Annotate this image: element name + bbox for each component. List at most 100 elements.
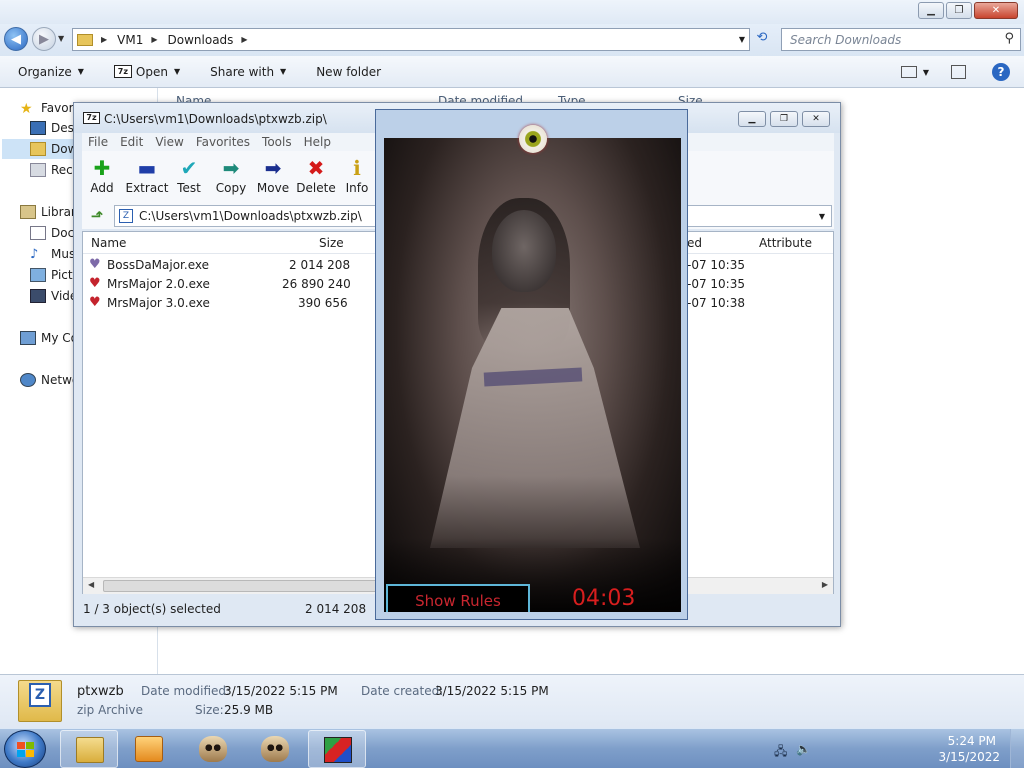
zip-archive-icon: Z xyxy=(18,680,62,722)
minimize-button[interactable]: ▁ xyxy=(918,2,944,19)
chevron-down-icon[interactable]: ▼ xyxy=(923,68,929,77)
address-dropdown-icon[interactable]: ▼ xyxy=(739,35,745,44)
menu-help[interactable]: Help xyxy=(304,135,331,149)
view-options-icon[interactable] xyxy=(900,66,917,78)
details-modified-label: Date modified: xyxy=(141,684,231,698)
refresh-button[interactable]: ⟲ xyxy=(752,30,772,50)
details-size-label: Size: xyxy=(195,703,224,717)
scroll-right-icon[interactable]: ▶ xyxy=(822,580,828,589)
clock-time[interactable]: 5:24 PM xyxy=(948,734,996,748)
view-controls: ▼ ? xyxy=(900,56,1024,88)
details-modified-value: 3/15/2022 5:15 PM xyxy=(224,684,338,698)
7zip-window-controls: ▁ ❐ ✕ xyxy=(734,111,830,127)
menu-file[interactable]: File xyxy=(88,135,108,149)
test-label: Test xyxy=(177,181,201,195)
address-bar[interactable]: ▶ VM1 ▶ Downloads ▶ ▼ xyxy=(72,28,750,51)
computer-icon xyxy=(20,331,36,345)
recent-places-icon xyxy=(30,163,46,177)
7zip-logo-icon: 7z xyxy=(83,112,100,124)
column-name[interactable]: Name xyxy=(91,236,126,250)
maximize-button[interactable]: ❐ xyxy=(946,2,972,19)
volume-icon[interactable]: 🔈 xyxy=(796,742,812,756)
ghost-girl-image: Show Rules 04:03 xyxy=(384,138,681,612)
preview-pane-icon[interactable] xyxy=(951,65,966,79)
7zip-maximize-button[interactable]: ❐ xyxy=(770,111,798,127)
refresh-icon: ⟲ xyxy=(756,30,768,45)
forward-arrow-icon: ▶ xyxy=(39,31,49,47)
menu-edit[interactable]: Edit xyxy=(120,135,143,149)
nav-documents[interactable]: Doc xyxy=(30,223,74,243)
details-pane: Z ptxwzb zip Archive Date modified: 3/15… xyxy=(0,674,1024,728)
nav-favorites[interactable]: ★ Favori xyxy=(20,98,77,118)
breadcrumb-separator-icon[interactable]: ▶ xyxy=(237,35,253,44)
column-modified[interactable]: ed xyxy=(687,236,702,250)
search-input[interactable]: Search Downloads ⚲ xyxy=(781,28,1021,51)
add-label: Add xyxy=(90,181,114,195)
show-rules-button[interactable]: Show Rules xyxy=(386,584,530,612)
share-with-label: Share with xyxy=(210,64,275,79)
videos-icon xyxy=(30,289,46,303)
scrollbar-thumb[interactable] xyxy=(103,580,383,592)
search-placeholder: Search Downloads xyxy=(790,32,902,47)
nav-videos[interactable]: Vide xyxy=(30,286,77,306)
taskbar-explorer[interactable] xyxy=(60,730,118,768)
menu-view[interactable]: View xyxy=(155,135,183,149)
folder-icon xyxy=(77,33,93,46)
pictures-icon xyxy=(30,268,46,282)
open-button[interactable]: 7z Open ▼ xyxy=(113,65,181,79)
nav-network[interactable]: Netwo xyxy=(20,370,79,390)
back-button[interactable]: ◀ xyxy=(4,27,28,51)
copy-label: Copy xyxy=(215,181,247,195)
breadcrumb-separator-icon[interactable]: ▶ xyxy=(147,35,163,44)
folder-up-icon[interactable]: ⬏ xyxy=(88,207,106,225)
column-size[interactable]: Size xyxy=(319,236,344,250)
share-with-button[interactable]: Share with ▼ xyxy=(210,65,286,79)
file-name: MrsMajor 3.0.exe xyxy=(107,296,210,310)
selection-size: 2 014 208 xyxy=(305,602,367,616)
extract-label: Extract xyxy=(125,181,169,195)
menu-favorites[interactable]: Favorites xyxy=(196,135,250,149)
show-desktop-button[interactable] xyxy=(1010,729,1024,768)
help-icon[interactable]: ? xyxy=(992,63,1010,81)
chevron-down-icon: ▼ xyxy=(280,67,287,76)
breadcrumb-vm1[interactable]: VM1 xyxy=(113,33,147,47)
path-dropdown-icon[interactable]: ▼ xyxy=(819,212,825,221)
close-button[interactable]: ✕ xyxy=(974,2,1018,19)
breadcrumb-separator-icon[interactable]: ▶ xyxy=(97,35,113,44)
recent-pages-dropdown[interactable]: ▼ xyxy=(58,34,64,43)
taskbar-skull-app[interactable] xyxy=(246,730,304,768)
libraries-icon xyxy=(20,205,36,219)
skull-icon xyxy=(261,736,289,762)
nav-my-computer[interactable]: My Co xyxy=(20,328,78,348)
selection-status: 1 / 3 object(s) selected xyxy=(83,602,221,616)
breadcrumb-downloads[interactable]: Downloads xyxy=(164,33,238,47)
menu-tools[interactable]: Tools xyxy=(262,135,292,149)
network-icon xyxy=(20,373,36,387)
taskbar-media-player[interactable] xyxy=(120,730,178,768)
system-tray: 🖧 🔈 5:24 PM 3/15/2022 xyxy=(774,729,1024,768)
forward-button[interactable]: ▶ xyxy=(32,27,56,51)
7zip-icon: 7z xyxy=(113,65,132,78)
explorer-folder-icon xyxy=(76,737,104,763)
scroll-left-icon[interactable]: ◀ xyxy=(88,580,94,589)
7zip-window-title: C:\Users\vm1\Downloads\ptxwzb.zip\ xyxy=(104,112,327,126)
organize-button[interactable]: Organize ▼ xyxy=(18,65,84,79)
star-icon: ★ xyxy=(20,101,33,117)
chevron-down-icon: ▼ xyxy=(173,67,181,76)
network-tray-icon[interactable]: 🖧 xyxy=(774,742,790,758)
delete-label: Delete xyxy=(296,181,336,195)
taskbar-skull-app[interactable] xyxy=(184,730,242,768)
column-attributes[interactable]: Attribute xyxy=(759,236,812,250)
7zip-path-text: C:\Users\vm1\Downloads\ptxwzb.zip\ xyxy=(139,209,362,223)
nav-music[interactable]: ♪ Mus xyxy=(30,244,75,264)
nav-libraries[interactable]: Librari xyxy=(20,202,79,222)
start-button[interactable] xyxy=(4,730,46,768)
7zip-close-button[interactable]: ✕ xyxy=(802,111,830,127)
7zip-minimize-button[interactable]: ▁ xyxy=(738,111,766,127)
heart-file-icon: ♥ xyxy=(89,257,101,272)
documents-icon xyxy=(30,226,46,240)
new-folder-button[interactable]: New folder xyxy=(316,65,381,79)
taskbar-unknown-app[interactable] xyxy=(308,730,366,768)
clock-date[interactable]: 3/15/2022 xyxy=(938,750,1000,764)
search-icon[interactable]: ⚲ xyxy=(1004,31,1014,46)
